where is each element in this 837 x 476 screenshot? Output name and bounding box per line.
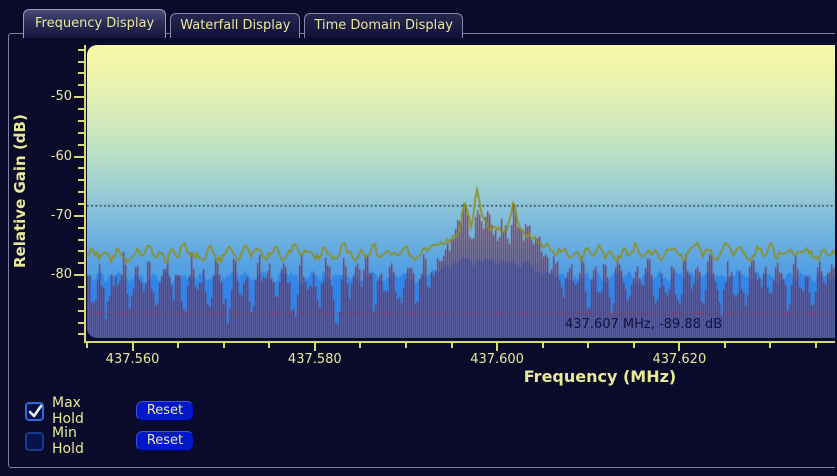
x-major-tick — [678, 343, 681, 351]
y-major-tick — [74, 96, 84, 99]
x-minor-tick — [541, 343, 544, 348]
x-minor-tick — [450, 343, 453, 348]
y-minor-tick — [78, 179, 84, 182]
y-tick-label: -70 — [50, 207, 72, 223]
max-hold-checkbox[interactable] — [25, 401, 44, 421]
y-minor-tick — [78, 297, 84, 300]
x-tick-label: 437.580 — [287, 352, 342, 367]
spectrum-plot-canvas[interactable] — [87, 45, 837, 338]
y-tick-label: -60 — [50, 148, 72, 164]
y-minor-tick — [78, 119, 84, 122]
x-minor-tick — [404, 343, 407, 348]
min-hold-row: Min Hold Reset — [25, 425, 194, 457]
checkmark-icon — [28, 404, 43, 417]
y-minor-tick — [78, 108, 84, 111]
min-hold-label: Min Hold — [52, 425, 84, 457]
min-hold-reset-button[interactable]: Reset — [136, 431, 194, 451]
y-major-tick — [74, 214, 84, 217]
x-minor-tick — [177, 343, 180, 348]
y-major-tick — [74, 274, 84, 277]
y-tick-label: -80 — [50, 267, 72, 283]
x-tick-label: 437.600 — [470, 352, 524, 367]
tab-time-domain-display[interactable]: Time Domain Display — [304, 13, 463, 38]
x-tick-label: 437.560 — [105, 352, 160, 367]
y-minor-tick — [78, 238, 84, 241]
x-minor-tick — [723, 343, 726, 348]
cursor-readout-text: 437.607 MHz, -89.88 dB — [565, 317, 723, 332]
spectrum-analyzer-window: Frequency Display Waterfall Display Time… — [0, 0, 837, 476]
x-minor-tick — [222, 343, 225, 348]
x-major-tick — [131, 343, 134, 351]
y-axis-title: Relative Gain (dB) — [11, 114, 29, 268]
y-minor-tick — [78, 60, 84, 63]
y-minor-tick — [78, 226, 84, 229]
x-minor-tick — [632, 343, 635, 348]
x-minor-tick — [587, 343, 590, 348]
tab-frequency-display[interactable]: Frequency Display — [23, 9, 167, 38]
max-hold-label: Max Hold — [52, 395, 84, 427]
y-minor-tick — [78, 48, 84, 51]
y-minor-tick — [78, 143, 84, 146]
x-minor-tick — [268, 343, 271, 348]
y-major-tick — [74, 155, 84, 158]
y-minor-tick — [78, 333, 84, 336]
tab-bar: Frequency Display Waterfall Display Time… — [23, 9, 463, 38]
y-minor-tick — [78, 131, 84, 134]
y-minor-tick — [78, 191, 84, 194]
y-minor-tick — [78, 262, 84, 265]
x-major-tick — [496, 343, 499, 351]
spectrum-plot-area[interactable] — [87, 45, 837, 338]
x-minor-tick — [86, 343, 88, 348]
y-tick-label: -50 — [50, 89, 72, 105]
x-minor-tick — [359, 343, 362, 348]
y-minor-tick — [78, 309, 84, 312]
y-minor-tick — [78, 167, 84, 170]
x-minor-tick — [815, 343, 818, 348]
y-minor-tick — [78, 250, 84, 253]
max-hold-row: Max Hold Reset — [25, 395, 194, 427]
x-major-tick — [313, 343, 316, 351]
min-hold-checkbox[interactable] — [25, 431, 44, 451]
y-minor-tick — [78, 84, 84, 87]
y-minor-tick — [78, 321, 84, 324]
y-axis-line — [84, 45, 86, 343]
y-minor-tick — [78, 72, 84, 75]
y-minor-tick — [78, 285, 84, 288]
y-minor-tick — [78, 202, 84, 205]
x-minor-tick — [769, 343, 772, 348]
max-hold-reset-button[interactable]: Reset — [136, 401, 194, 421]
x-axis-title: Frequency (MHz) — [523, 367, 677, 386]
x-tick-label: 437.620 — [652, 352, 707, 367]
tab-waterfall-display[interactable]: Waterfall Display — [170, 13, 301, 38]
